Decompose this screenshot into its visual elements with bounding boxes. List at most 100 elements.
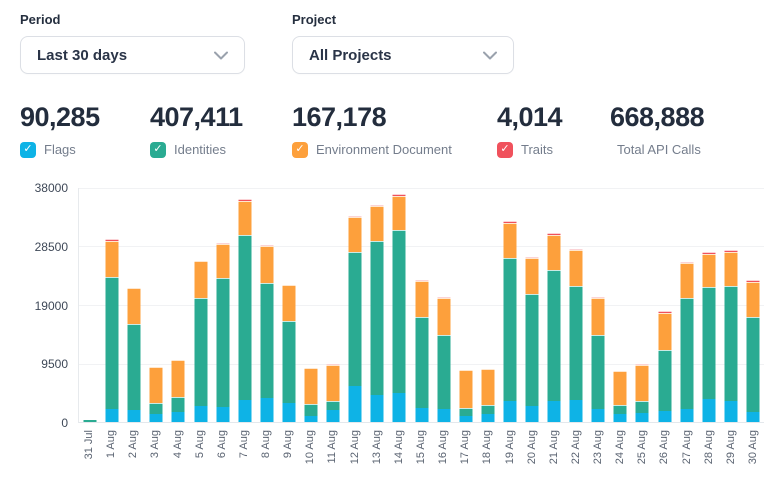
bar-segment-identities [216,278,229,407]
stacked-bar-25-aug[interactable] [636,364,649,422]
bar-segment-flags [349,386,362,422]
bar-segment-environment-document [327,365,340,401]
stacked-bar-2-aug[interactable] [128,288,141,422]
stacked-bar-12-aug[interactable] [349,216,362,422]
project-filter: Project All Projects [292,12,514,74]
bar-segment-environment-document [481,369,494,405]
stacked-bar-29-aug[interactable] [724,250,737,422]
x-axis-tick: 30 Aug [747,430,759,476]
x-axis-tick: 26 Aug [658,430,670,476]
stacked-bar-1-aug[interactable] [106,239,119,422]
bar-segment-flags [260,398,273,422]
stacked-bar-17-aug[interactable] [459,370,472,422]
bar-segment-identities [459,408,472,416]
bar-segment-flags [481,414,494,422]
stacked-bar-23-aug[interactable] [592,297,605,422]
stacked-bar-31-jul[interactable] [84,420,97,422]
project-select[interactable]: All Projects [292,36,514,74]
bar-segment-environment-document [548,235,561,270]
bar-segment-identities [371,241,384,395]
stat-total-api-calls-label: Total API Calls [617,142,701,157]
traits-checkbox[interactable]: ✓ [497,142,513,158]
bar-segment-flags [437,409,450,422]
stacked-bar-9-aug[interactable] [282,285,295,422]
stacked-bar-20-aug[interactable] [525,257,538,422]
bar-segment-flags [238,400,251,422]
bar-segment-flags [393,393,406,422]
project-label: Project [292,12,514,27]
bar-segment-identities [238,235,251,400]
bar-segment-environment-document [702,254,715,287]
stacked-bar-22-aug[interactable] [570,249,583,422]
bar-segment-identities [84,420,97,422]
bar-segment-identities [393,230,406,393]
stat-total-api-calls: 668,888 Total API Calls [610,102,704,158]
bar-segment-flags [658,411,671,422]
stacked-bar-7-aug[interactable] [238,199,251,422]
stacked-bar-13-aug[interactable] [371,205,384,422]
x-axis-tick: 9 Aug [282,430,294,476]
stat-traits-label: Traits [521,142,553,157]
stacked-bar-10-aug[interactable] [305,368,318,422]
bar-segment-environment-document [128,288,141,324]
bar-segment-flags [746,412,759,422]
stacked-bar-27-aug[interactable] [680,262,693,422]
identities-checkbox[interactable]: ✓ [150,142,166,158]
bar-segment-identities [592,335,605,409]
stacked-bar-28-aug[interactable] [702,252,715,422]
x-axis-tick: 2 Aug [127,430,139,476]
bar-segment-identities [614,405,627,414]
stacked-bar-16-aug[interactable] [437,297,450,422]
filters-row: Period Last 30 days Project All Projects [0,0,780,74]
bar-segment-flags [570,400,583,422]
stacked-bar-19-aug[interactable] [503,221,516,422]
bar-segment-identities [636,401,649,413]
y-axis-tick: 19000 [35,299,68,313]
x-axis-tick: 6 Aug [216,430,228,476]
bar-segment-identities [150,403,163,414]
bar-segment-identities [658,350,671,411]
bar-segment-environment-document [172,360,185,397]
stacked-bar-26-aug[interactable] [658,311,671,422]
bar-segment-environment-document [282,285,295,321]
environment-document-checkbox[interactable]: ✓ [292,142,308,158]
stacked-bar-8-aug[interactable] [260,245,273,422]
bar-segment-environment-document [746,282,759,317]
bar-segment-environment-document [371,206,384,241]
stacked-bar-11-aug[interactable] [327,364,340,422]
stacked-bar-5-aug[interactable] [194,261,207,422]
flags-checkbox[interactable]: ✓ [20,142,36,158]
bar-segment-identities [503,258,516,401]
bar-segment-flags [216,407,229,422]
stat-flags-value: 90,285 [20,102,150,132]
bar-segment-environment-document [592,298,605,335]
stacked-bar-24-aug[interactable] [614,371,627,422]
period-select[interactable]: Last 30 days [20,36,245,74]
stacked-bar-4-aug[interactable] [172,360,185,422]
stat-environment-document: 167,178 ✓ Environment Document [292,102,497,158]
bar-segment-identities [128,324,141,410]
y-axis-labels: 09500190002850038000 [20,188,68,423]
stacked-bar-18-aug[interactable] [481,369,494,422]
stacked-bar-21-aug[interactable] [548,233,561,422]
stacked-bar-3-aug[interactable] [150,367,163,422]
bar-segment-environment-document [349,217,362,252]
bar-segment-identities [746,317,759,412]
stacked-bar-30-aug[interactable] [746,280,759,422]
stacked-bar-14-aug[interactable] [393,194,406,422]
x-axis-tick: 18 Aug [481,430,493,476]
x-axis-tick: 17 Aug [459,430,471,476]
gridline [79,246,764,247]
bar-segment-flags [150,414,163,422]
bar-segment-environment-document [459,370,472,408]
bar-segment-identities [305,404,318,416]
stacked-bar-6-aug[interactable] [216,243,229,422]
bar-segment-flags [327,410,340,422]
x-axis-tick: 13 Aug [371,430,383,476]
bar-segment-flags [702,399,715,422]
bar-segment-environment-document [194,261,207,298]
period-label: Period [20,12,245,27]
bar-segment-identities [525,294,538,406]
stacked-bar-15-aug[interactable] [415,280,428,422]
bar-segment-flags [128,410,141,422]
